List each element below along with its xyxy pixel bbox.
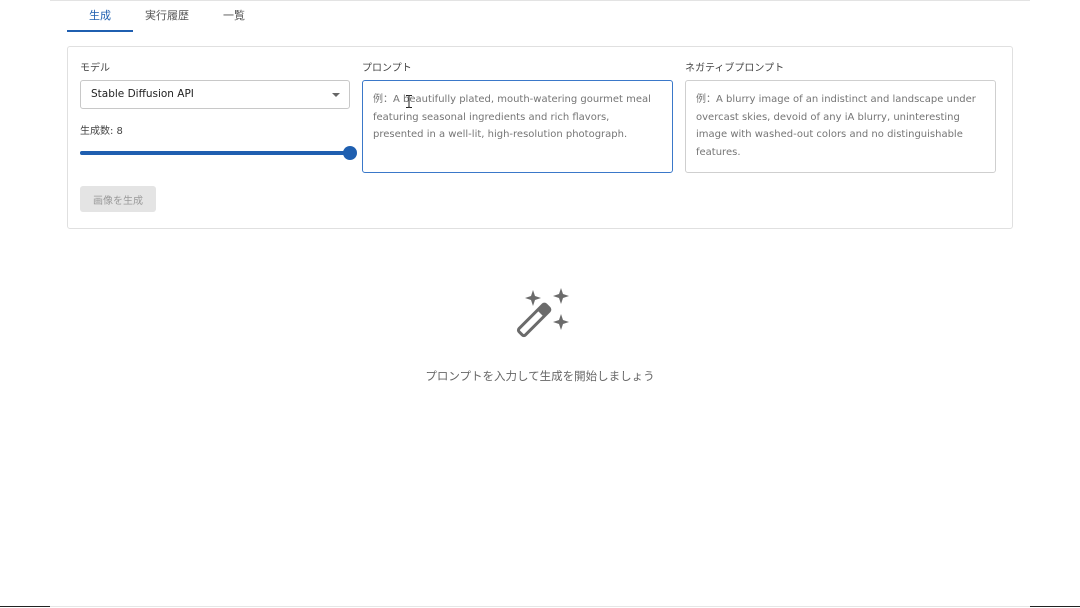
prompt-input[interactable] <box>362 80 673 173</box>
count-label: 生成数: 8 <box>80 126 123 137</box>
tab-history[interactable]: 実行履歴 <box>133 0 201 32</box>
tab-list[interactable]: 一覧 <box>201 0 267 32</box>
bottom-divider-left <box>0 606 50 607</box>
text-cursor-icon <box>406 95 412 108</box>
slider-fill <box>80 151 350 155</box>
generate-images-button[interactable]: 画像を生成 <box>80 186 156 212</box>
tab-generate[interactable]: 生成 <box>67 0 133 32</box>
model-select-value: Stable Diffusion API <box>91 88 194 100</box>
bottom-divider-right <box>1030 606 1080 607</box>
negative-prompt-label: ネガティブプロンプト <box>685 63 785 74</box>
tab-bar: 生成 実行履歴 一覧 <box>67 0 267 34</box>
prompt-label: プロンプト <box>362 63 412 74</box>
slider-thumb[interactable] <box>343 146 357 160</box>
bottom-divider <box>50 606 1030 607</box>
generation-form-card: モデル Stable Diffusion API 生成数: 8 プロンプト ネガ… <box>67 46 1013 229</box>
model-label: モデル <box>80 63 110 74</box>
model-select[interactable]: Stable Diffusion API <box>80 80 350 109</box>
magic-wand-sparkles-icon <box>516 288 569 338</box>
caret-down-icon <box>332 93 340 97</box>
empty-state-message: プロンプトを入力して生成を開始しましょう <box>425 369 655 383</box>
negative-prompt-input[interactable] <box>685 80 996 173</box>
count-slider[interactable] <box>80 145 357 161</box>
